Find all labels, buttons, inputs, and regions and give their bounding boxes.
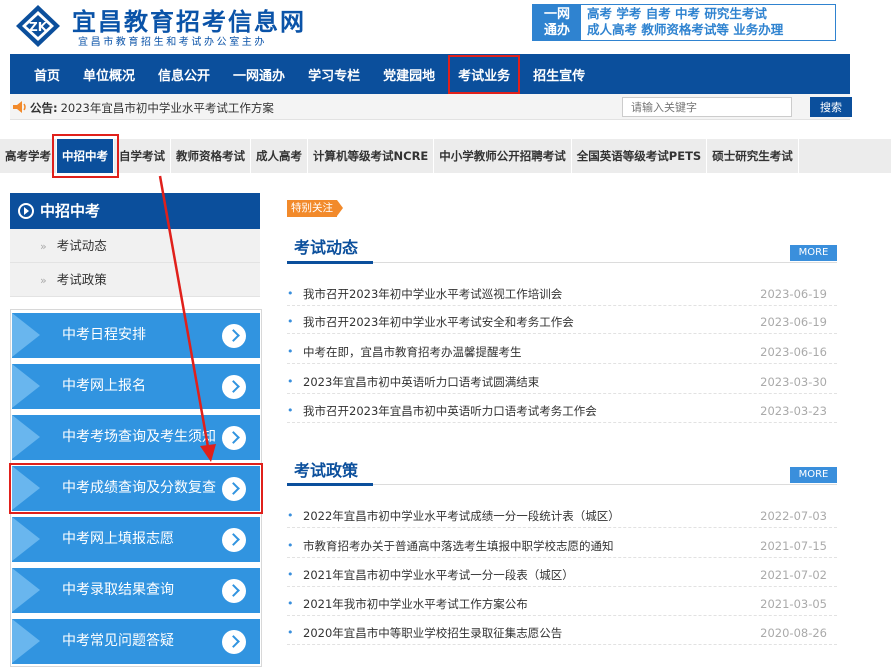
tab-postgrad[interactable]: 硕士研究生考试 — [707, 139, 799, 173]
chevron-right-circle-icon — [222, 324, 246, 348]
tab-self-exam[interactable]: 自学考试 — [114, 139, 171, 173]
section-title-news[interactable]: 考试动态 — [294, 234, 358, 258]
chevron-right-circle-icon — [222, 426, 246, 450]
bullet-icon: • — [287, 287, 294, 300]
news-item[interactable]: • 2021年宜昌市初中学业水平考试一分一段表（城区） 2021-07-02 — [287, 564, 837, 587]
category-tabs: 高考学考 中招中考 自学考试 教师资格考试 成人高考 计算机等级考试NCRE 中… — [0, 134, 891, 178]
section-divider — [287, 483, 837, 486]
bullet-icon: • — [287, 626, 294, 639]
special-tag: 特别关注 — [287, 200, 343, 217]
site-title[interactable]: 宜昌教育招考信息网 — [72, 2, 306, 37]
nav-exam-business[interactable]: 考试业务 — [448, 54, 521, 94]
tab-teacher-cert[interactable]: 教师资格考试 — [171, 139, 251, 173]
news-item[interactable]: • 2020年宜昌市中等职业学校招生录取征集志愿公告 2020-08-26 — [287, 622, 837, 645]
chevron-right-circle-icon — [222, 579, 246, 603]
site-header: ZK 宜昌教育招考信息网 宜昌市教育招生和考试办公室主办 一网 通办 高考 学考… — [0, 0, 891, 52]
double-chevron-icon: » — [40, 240, 47, 253]
chevron-right-circle-icon — [222, 630, 246, 654]
news-item[interactable]: • 中考在即，宜昌市教育招考办温馨提醒考生 2023-06-16 — [287, 341, 837, 364]
tab-zhongkao[interactable]: 中招中考 — [52, 134, 119, 178]
tab-pets[interactable]: 全国英语等级考试PETS — [572, 139, 708, 173]
search-button[interactable]: 搜索 — [810, 97, 852, 117]
volunteer-filling-button[interactable]: 中考网上填报志愿 — [12, 517, 260, 562]
speaker-icon — [13, 101, 26, 113]
sidebar-heading: 中招中考 — [10, 193, 260, 229]
nav-info[interactable]: 信息公开 — [158, 65, 210, 84]
news-item[interactable]: • 2021年我市初中学业水平考试工作方案公布 2021-03-05 — [287, 593, 837, 616]
schedule-button[interactable]: 中考日程安排 — [12, 313, 260, 358]
chevron-right-circle-icon — [222, 528, 246, 552]
onestop-links[interactable]: 高考 学考 自考 中考 研究生考试 成人高考 教师资格考试等 业务办理 — [581, 5, 835, 40]
notice-bar: 公告:2023年宜昌市初中学业水平考试工作方案 搜索 — [10, 94, 852, 120]
more-button-news[interactable]: MORE — [790, 245, 837, 261]
logo-text: ZK — [29, 20, 48, 34]
nav-admission[interactable]: 招生宣传 — [533, 65, 585, 84]
nav-onestop[interactable]: 一网通办 — [233, 65, 285, 84]
bullet-icon: • — [287, 597, 294, 610]
nav-party[interactable]: 党建园地 — [383, 65, 435, 84]
news-item[interactable]: • 市教育招考办关于普通高中落选考生填报中职学校志愿的通知 2021-07-15 — [287, 535, 837, 558]
sidebar-item-exam-policy[interactable]: » 考试政策 — [10, 263, 260, 297]
play-circle-icon — [18, 203, 34, 219]
tab-teacher-recruit[interactable]: 中小学教师公开招聘考试 — [434, 139, 572, 173]
bullet-icon: • — [287, 375, 294, 388]
section-title-policy[interactable]: 考试政策 — [294, 457, 358, 481]
bullet-icon: • — [287, 345, 294, 358]
nav-home[interactable]: 首页 — [34, 65, 60, 84]
tab-ncre[interactable]: 计算机等级考试NCRE — [308, 139, 435, 173]
nav-about[interactable]: 单位概况 — [83, 65, 135, 84]
section-divider — [287, 261, 837, 264]
bullet-icon: • — [287, 539, 294, 552]
score-query-button[interactable]: 中考成绩查询及分数复查 — [9, 463, 263, 514]
tab-gaokao[interactable]: 高考学考 — [0, 139, 57, 173]
news-item[interactable]: • 我市召开2023年宜昌市初中英语听力口语考试考务工作会 2023-03-23 — [287, 400, 837, 423]
main-nav: 首页 单位概况 信息公开 一网通办 学习专栏 党建园地 考试业务 招生宣传 — [10, 54, 850, 94]
notice-content[interactable]: 2023年宜昌市初中学业水平考试工作方案 — [61, 101, 274, 115]
onestop-box[interactable]: 一网 通办 高考 学考 自考 中考 研究生考试 成人高考 教师资格考试等 业务办… — [532, 4, 836, 41]
online-registration-button[interactable]: 中考网上报名 — [12, 364, 260, 409]
tab-adult-exam[interactable]: 成人高考 — [251, 139, 308, 173]
notice-label: 公告: — [30, 101, 58, 115]
bullet-icon: • — [287, 404, 294, 417]
notice-text[interactable]: 公告: 2023年宜昌市初中学业水平考试工作方案 — [30, 100, 274, 116]
more-button-policy[interactable]: MORE — [790, 467, 837, 483]
exam-room-query-button[interactable]: 中考考场查询及考生须知 — [12, 415, 260, 460]
bullet-icon: • — [287, 568, 294, 581]
news-item[interactable]: • 2022年宜昌市初中学业水平考试成绩一分一段统计表（城区） 2022-07-… — [287, 505, 837, 528]
news-item[interactable]: • 我市召开2023年初中学业水平考试安全和考务工作会 2023-06-19 — [287, 311, 837, 334]
double-chevron-icon: » — [40, 274, 47, 287]
nav-study[interactable]: 学习专栏 — [308, 65, 360, 84]
chevron-right-circle-icon — [222, 477, 246, 501]
sidebar-item-exam-news[interactable]: » 考试动态 — [10, 229, 260, 263]
news-item[interactable]: • 2023年宜昌市初中英语听力口语考试圆满结束 2023-03-30 — [287, 371, 837, 394]
bullet-icon: • — [287, 509, 294, 522]
faq-button[interactable]: 中考常见问题答疑 — [12, 619, 260, 664]
search-input[interactable] — [622, 97, 792, 117]
admission-result-button[interactable]: 中考录取结果查询 — [12, 568, 260, 613]
site-subtitle: 宜昌市教育招生和考试办公室主办 — [78, 37, 267, 48]
news-item[interactable]: • 我市召开2023年初中学业水平考试巡视工作培训会 2023-06-19 — [287, 283, 837, 306]
bullet-icon: • — [287, 315, 294, 328]
chevron-right-circle-icon — [222, 375, 246, 399]
site-logo-icon[interactable]: ZK — [14, 4, 62, 48]
onestop-label: 一网 通办 — [533, 5, 581, 40]
